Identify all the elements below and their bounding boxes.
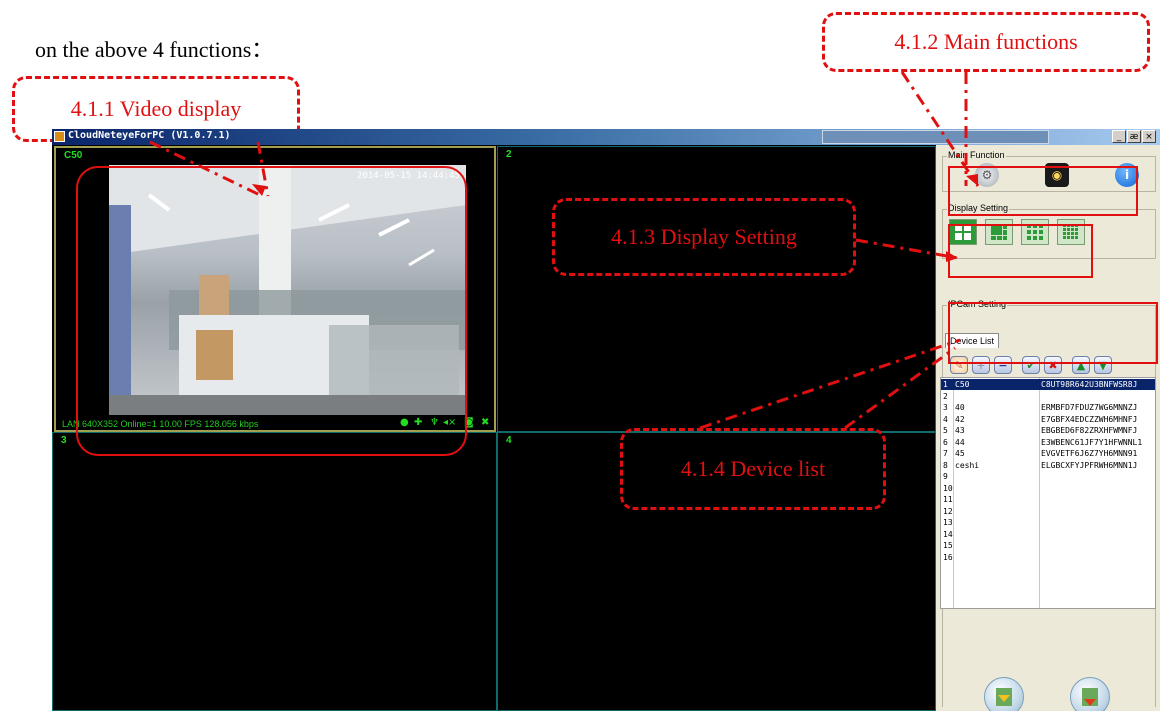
- device-number: 7: [943, 449, 948, 458]
- device-row[interactable]: 11: [941, 494, 1155, 505]
- device-uid: EVGVETF6J6Z7YH6MNN91: [1041, 449, 1138, 458]
- device-row[interactable]: 15: [941, 540, 1155, 551]
- callout-display-setting-text: 4.1.3 Display Setting: [611, 224, 797, 249]
- callout-main-functions-text: 4.1.2 Main functions: [894, 29, 1078, 54]
- device-uid: C8UT98R642U3BNFWSR8J: [1041, 380, 1138, 389]
- import-icon[interactable]: [984, 677, 1024, 711]
- device-number: 11: [943, 495, 953, 504]
- video-cell-3[interactable]: 3: [52, 432, 497, 711]
- close-video-icon[interactable]: ✖: [481, 417, 489, 428]
- title-bar[interactable]: CloudNeteyeForPC (V1.0.7.1) _ æ ×: [52, 129, 1160, 145]
- restore-button[interactable]: æ: [1127, 130, 1141, 143]
- device-number: 5: [943, 426, 948, 435]
- device-number: 16: [943, 552, 953, 562]
- device-number: 3: [943, 403, 948, 412]
- camera-label: C50: [64, 150, 83, 161]
- device-row[interactable]: 13: [941, 517, 1155, 528]
- window-title: CloudNeteyeForPC (V1.0.7.1): [68, 130, 231, 141]
- device-row[interactable]: 3 40 ERMBFD7FDUZ7WG6MNNZJ: [941, 402, 1155, 413]
- device-number: 15: [943, 541, 953, 550]
- device-name: 43: [955, 426, 965, 435]
- cell-label: 2: [506, 149, 512, 160]
- export-icon[interactable]: [1070, 677, 1110, 711]
- device-row[interactable]: 1 C50 C8UT98R642U3BNFWSR8J: [941, 379, 1155, 390]
- callout-device-list: 4.1.4 Device list: [620, 428, 886, 510]
- device-list[interactable]: 1 C50 C8UT98R642U3BNFWSR8J 2 3 40 ERMBFD7FDUZ7…: [940, 377, 1156, 609]
- device-row[interactable]: 14: [941, 529, 1155, 540]
- device-row[interactable]: 9: [941, 471, 1155, 482]
- device-row[interactable]: 5 43 EBGBED6F82ZRXHFWMNFJ: [941, 425, 1155, 436]
- device-row[interactable]: 16: [941, 552, 1155, 563]
- device-uid: E3WBENC61JF7Y1HFWNNL1: [1041, 437, 1143, 447]
- device-number: 9: [943, 472, 948, 481]
- device-uid: ERMBFD7FDUZ7WG6MNNZJ: [1041, 403, 1138, 412]
- video-highlight-box: [76, 166, 467, 456]
- device-uid: EBGBED6F82ZRXHFWMNFJ: [1041, 426, 1138, 435]
- device-name: 44: [955, 437, 965, 447]
- device-name: ceshi: [955, 460, 980, 470]
- display-setting-highlight-box: [948, 224, 1093, 278]
- minimize-button[interactable]: _: [1112, 130, 1126, 143]
- device-name: 40: [955, 403, 965, 412]
- device-number: 14: [943, 529, 953, 539]
- device-number: 8: [943, 460, 948, 470]
- device-number: 1: [943, 380, 948, 389]
- cell-label: 4: [506, 435, 512, 446]
- device-row[interactable]: 6 44 E3WBENC61JF7Y1HFWNNL1: [941, 437, 1155, 448]
- device-row[interactable]: 2: [941, 391, 1155, 402]
- device-uid: ELGBCXFYJPFRWH6MNN1J: [1041, 460, 1138, 470]
- title-bar-field: [822, 130, 1049, 144]
- device-number: 6: [943, 437, 948, 447]
- video-cell-2[interactable]: 2: [497, 146, 936, 432]
- callout-display-setting: 4.1.3 Display Setting: [552, 198, 856, 276]
- close-button[interactable]: ×: [1142, 130, 1156, 143]
- device-number: 13: [943, 518, 953, 527]
- device-name: 45: [955, 449, 965, 458]
- device-uid: E7GBFX4EDCZZWH6MHNFJ: [1041, 414, 1138, 424]
- device-row[interactable]: 7 45 EVGVETF6J6Z7YH6MNN91: [941, 448, 1155, 459]
- device-number: 12: [943, 506, 953, 516]
- device-number: 4: [943, 414, 948, 424]
- device-row[interactable]: 10: [941, 483, 1155, 494]
- main-function-label: Main Function: [947, 150, 1006, 160]
- cell-label: 3: [61, 435, 67, 446]
- device-name: 42: [955, 414, 965, 424]
- device-row[interactable]: 8 ceshi ELGBCXFYJPFRWH6MNN1J: [941, 460, 1155, 471]
- app-icon: [54, 131, 65, 142]
- device-number: 10: [943, 483, 953, 493]
- device-row[interactable]: 4 42 E7GBFX4EDCZZWH6MHNFJ: [941, 414, 1155, 425]
- device-name: C50: [955, 380, 970, 389]
- device-toolbar-highlight-box: [948, 302, 1158, 364]
- intro-text: on the above 4 functions：: [35, 37, 274, 62]
- callout-video-display-text: 4.1.1 Video display: [70, 96, 242, 121]
- callout-main-functions: 4.1.2 Main functions: [822, 12, 1150, 72]
- device-row[interactable]: 12: [941, 506, 1155, 517]
- callout-device-list-text: 4.1.4 Device list: [680, 456, 826, 481]
- main-function-highlight-box: [948, 166, 1138, 216]
- device-number: 2: [943, 391, 948, 401]
